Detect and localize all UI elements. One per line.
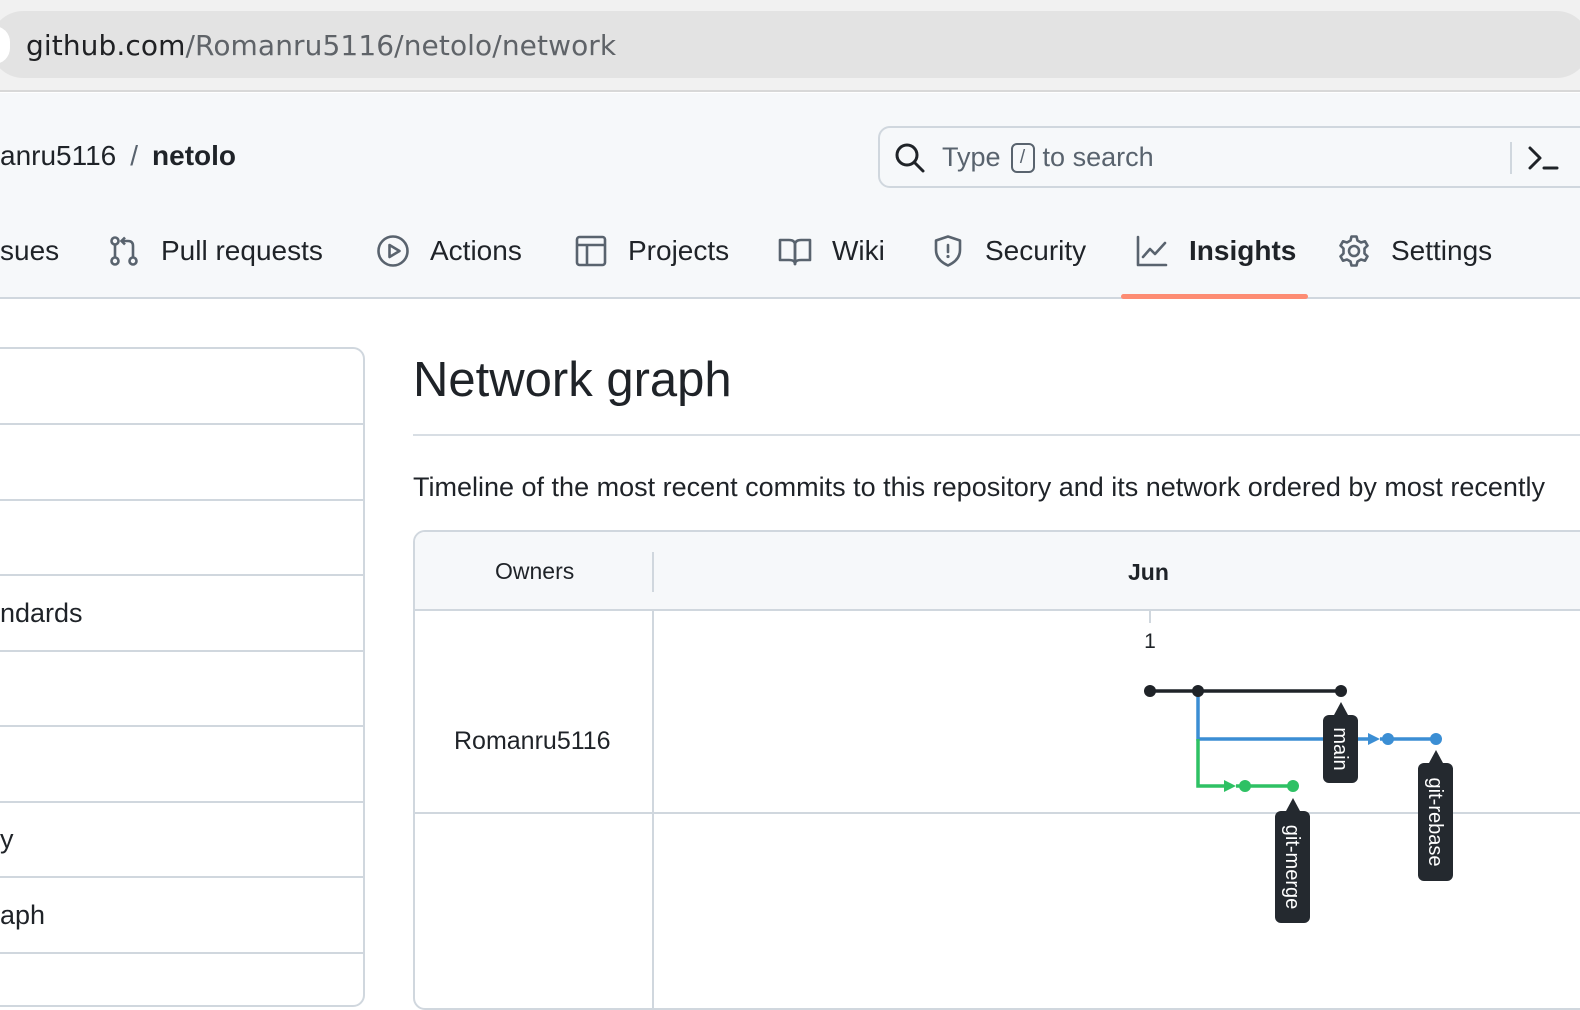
tab-wiki[interactable]: Wiki: [778, 230, 885, 272]
sidebar-item-community-standards[interactable]: ndards: [0, 576, 363, 652]
breadcrumb: anru5116 / netolo: [0, 140, 236, 172]
sidebar-item[interactable]: [0, 500, 363, 576]
browser-toolbar: github.com/Romanru5116/netolo/network: [0, 0, 1580, 92]
git-rebase-arrow: [1368, 733, 1380, 745]
tab-label: Wiki: [832, 235, 885, 266]
sidebar-item[interactable]: [0, 425, 363, 501]
url-text[interactable]: github.com/Romanru5116/netolo/network: [26, 29, 616, 62]
tab-label: Settings: [1391, 235, 1493, 266]
pull-request-icon: [110, 236, 138, 266]
tab-label: sues: [0, 235, 60, 266]
active-tab-indicator: [1121, 294, 1308, 299]
tab-insights[interactable]: Insights: [1135, 230, 1296, 272]
commit-graph: 1 main git-rebase git-merge: [1144, 611, 1453, 923]
branch-label-git-merge[interactable]: git-merge: [1275, 798, 1310, 923]
page-title: Network graph: [413, 353, 732, 407]
tab-label: Pull requests: [161, 235, 323, 266]
play-icon: [377, 235, 409, 267]
slash-key-hint: /: [1010, 142, 1035, 173]
tab-actions[interactable]: Actions: [376, 230, 522, 272]
sidebar-item[interactable]: [0, 349, 363, 425]
repo-owner-link[interactable]: anru5116: [0, 140, 116, 171]
repo-name-link[interactable]: netolo: [152, 140, 236, 171]
page-description: Timeline of the most recent commits to t…: [413, 472, 1545, 502]
tab-label: Insights: [1189, 235, 1297, 266]
commit-dot[interactable]: [1382, 733, 1394, 745]
sidebar-item-label: aph: [0, 899, 46, 930]
branch-label-text: git-merge: [1281, 825, 1303, 909]
graph-icon: [1136, 235, 1168, 267]
sidebar-item-label: ndards: [0, 597, 83, 628]
commit-dot[interactable]: [1335, 685, 1347, 697]
gear-icon: [1339, 235, 1369, 267]
commit-dot[interactable]: [1239, 780, 1251, 792]
search-icon: [895, 143, 925, 173]
commit-dot[interactable]: [1430, 733, 1442, 745]
tab-projects[interactable]: Projects: [574, 230, 729, 272]
sidebar-item[interactable]: [0, 651, 363, 727]
sidebar-item[interactable]: y: [0, 802, 363, 878]
network-graph[interactable]: Owners Jun Romanru5116 1 main git-rebase…: [413, 530, 1580, 1010]
branch-label-git-rebase[interactable]: git-rebase: [1418, 750, 1453, 881]
commit-dot[interactable]: [1192, 685, 1204, 697]
sidebar-item[interactable]: [0, 727, 363, 803]
insights-sidebar: ndards y aph: [0, 347, 365, 1007]
search-placeholder-prefix: Type: [942, 142, 1001, 172]
tab-label: Actions: [430, 235, 522, 266]
day-label: 1: [1144, 630, 1156, 653]
commit-dot[interactable]: [1287, 780, 1299, 792]
breadcrumb-separator: /: [130, 140, 139, 171]
tab-label: Security: [985, 235, 1087, 266]
repo-nav: sues Pull requests Actions Projects Wiki…: [0, 218, 1580, 298]
repo-header: anru5116 / netolo Type / to search sues Pu…: [0, 93, 1580, 299]
tab-settings[interactable]: Settings: [1337, 230, 1492, 272]
sidebar-item-network-graph[interactable]: aph: [0, 878, 363, 954]
search-divider: [1510, 142, 1512, 174]
shield-icon: [934, 235, 962, 267]
sidebar-item-label: y: [0, 823, 14, 854]
tab-label: Projects: [628, 235, 730, 266]
search-input[interactable]: Type / to search: [878, 126, 1580, 188]
table-icon: [575, 235, 607, 267]
command-palette-icon[interactable]: [1526, 142, 1560, 174]
tab-security[interactable]: Security: [931, 230, 1086, 272]
branch-label-text: git-rebase: [1424, 778, 1446, 867]
search-placeholder-suffix: to search: [1042, 142, 1154, 172]
book-icon: [778, 238, 812, 266]
tab-pull-requests[interactable]: Pull requests: [107, 230, 323, 272]
url-host: github.com: [26, 29, 186, 62]
git-merge-branch-line: [1196, 739, 1227, 788]
branch-label-main[interactable]: main: [1323, 702, 1358, 783]
branch-label-text: main: [1329, 727, 1351, 770]
commit-dot[interactable]: [1144, 685, 1156, 697]
url-path: /Romanru5116/netolo/network: [185, 29, 617, 62]
title-divider: [413, 434, 1580, 436]
git-merge-arrow: [1224, 780, 1236, 792]
tab-issues[interactable]: sues: [0, 230, 59, 272]
search-placeholder: Type / to search: [942, 142, 1154, 173]
